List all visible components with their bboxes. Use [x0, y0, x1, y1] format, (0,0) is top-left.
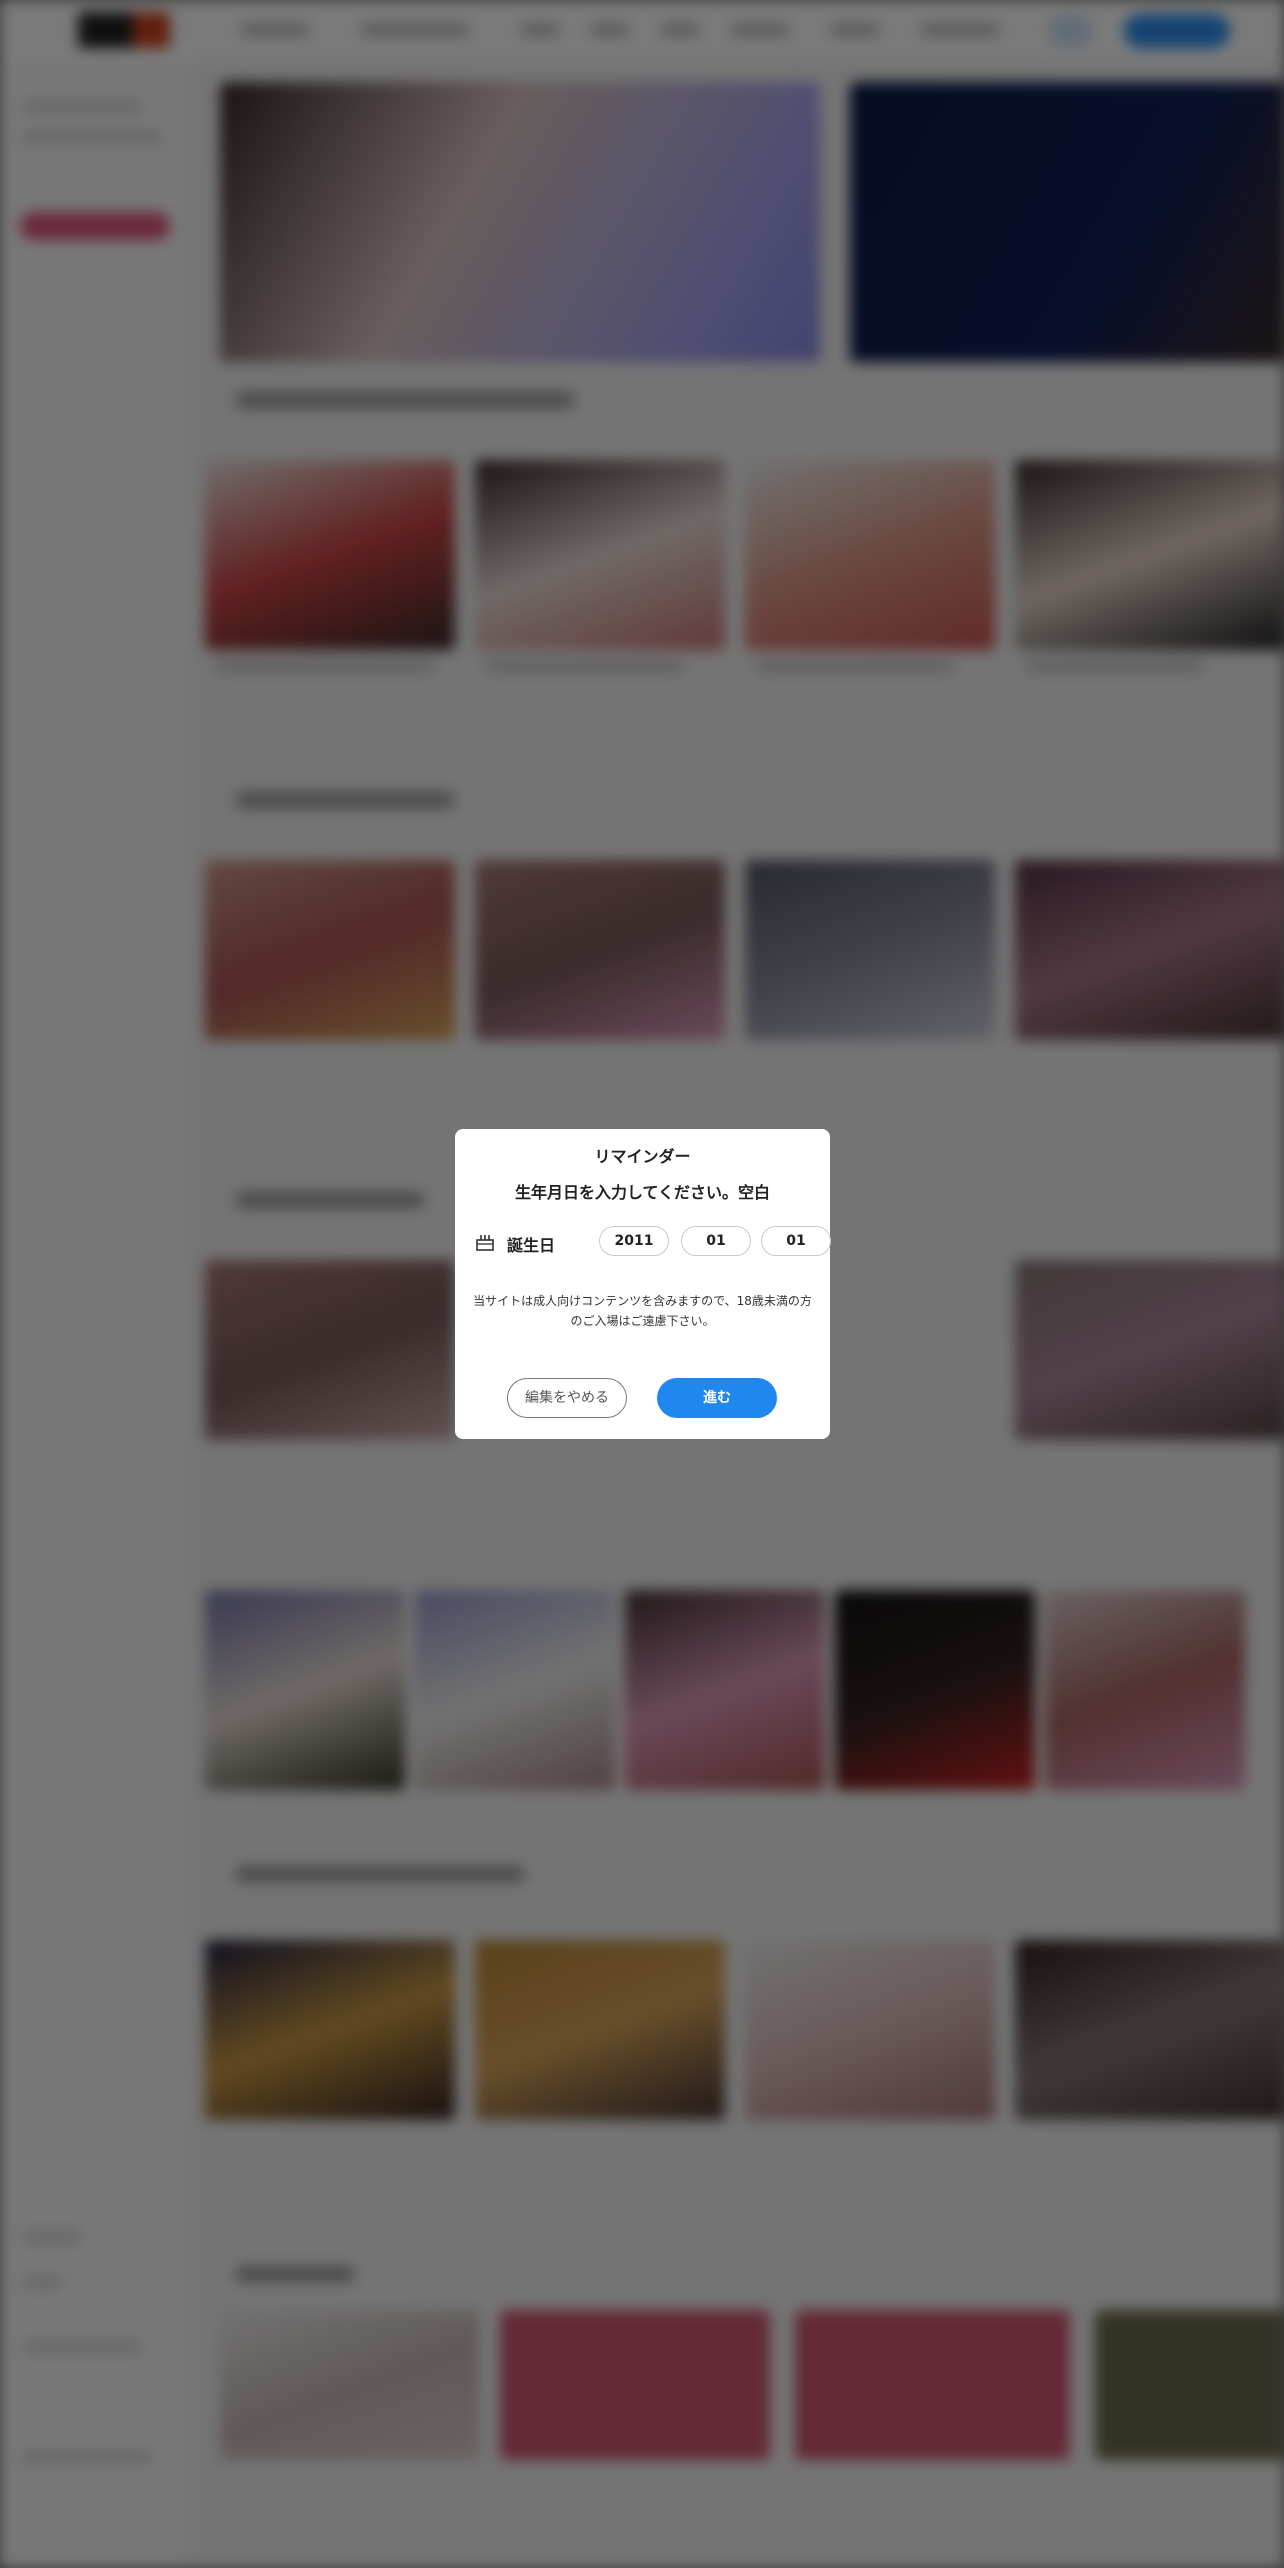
birthday-row: 誕生日 2011 01 01 — [475, 1226, 831, 1258]
cake-icon — [476, 1235, 494, 1251]
cancel-button[interactable]: 編集をやめる — [507, 1378, 627, 1418]
birth-day-select[interactable]: 01 — [761, 1226, 831, 1256]
birthday-label: 誕生日 — [507, 1236, 556, 1255]
birth-month-select[interactable]: 01 — [681, 1226, 751, 1256]
modal-instruction: 生年月日を入力してください。空白 — [514, 1183, 771, 1202]
modal-title: リマインダー — [594, 1147, 691, 1166]
proceed-button[interactable]: 進む — [657, 1378, 777, 1418]
birth-year-select[interactable]: 2011 — [599, 1226, 669, 1256]
age-notice-text: 当サイトは成人向けコンテンツを含みますので、18歳未満の方のご入場はご遠慮下さい… — [473, 1294, 812, 1328]
age-verification-modal: リマインダー 生年月日を入力してください。空白 誕生日 2011 01 01 当… — [455, 1129, 831, 1439]
